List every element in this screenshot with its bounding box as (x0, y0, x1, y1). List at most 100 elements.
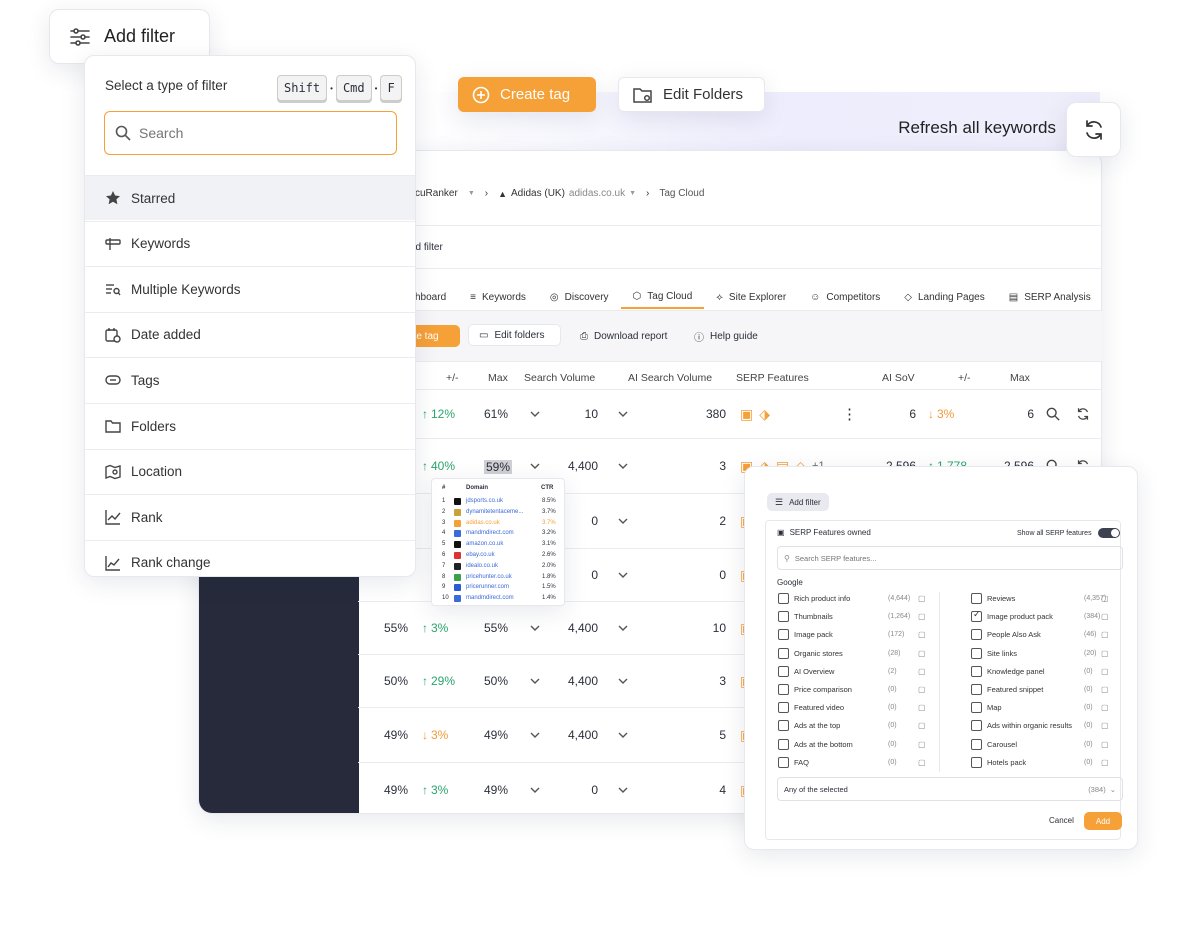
expand-chevron-icon[interactable] (530, 602, 540, 654)
serp-add-filter-button[interactable]: ☰ Add filter (767, 493, 829, 511)
domain-row[interactable]: 7 idealo.co.uk 2.0% (432, 561, 566, 571)
serp-feature-option[interactable]: Price comparison (778, 684, 852, 695)
serp-feature-option[interactable]: Ads at the top (778, 720, 840, 732)
cancel-button[interactable]: Cancel (1049, 816, 1074, 825)
more-options-icon[interactable]: ⋮ (842, 390, 857, 438)
expand-chevron-icon[interactable] (618, 655, 628, 707)
column-header[interactable]: AI SoV (882, 372, 915, 384)
expand-chevron-icon[interactable] (530, 708, 540, 762)
domain-row[interactable]: 4 mandmdirect.com 3.2% (432, 528, 566, 538)
filter-item-starred[interactable]: Starred (85, 175, 415, 220)
domain-row[interactable]: 8 pricehunter.co.uk 1.8% (432, 572, 566, 582)
column-header[interactable]: Max (1010, 372, 1030, 384)
serp-feature-option[interactable]: Site links (971, 647, 1017, 659)
serp-feature-option[interactable]: Knowledge panel (971, 665, 1045, 677)
expand-chevron-icon[interactable] (618, 439, 628, 493)
column-header[interactable]: +/- (446, 372, 459, 384)
serp-feature-option[interactable]: ✓ Image product pack (971, 609, 1053, 623)
domain-row[interactable]: 10 mandmdirect.com 1.4% (432, 593, 566, 603)
checkbox[interactable] (971, 720, 982, 732)
download-report-button[interactable]: ⎙ Download report (570, 325, 677, 347)
filter-item-rank-change[interactable]: Rank change (85, 539, 415, 576)
serp-feature-option[interactable]: AI Overview (778, 665, 834, 677)
edit-folders-button-small[interactable]: ▭ Edit folders (468, 324, 561, 346)
expand-chevron-icon[interactable] (618, 602, 628, 654)
column-header[interactable]: +/- (958, 372, 971, 384)
filter-item-location[interactable]: Location (85, 448, 415, 494)
edit-folders-button[interactable]: Edit Folders (618, 77, 765, 112)
search-input[interactable] (139, 125, 379, 141)
filter-item-rank[interactable]: Rank (85, 494, 415, 539)
checkbox[interactable] (778, 665, 789, 677)
checkbox[interactable] (778, 720, 789, 732)
checkbox[interactable] (778, 647, 789, 659)
expand-chevron-icon[interactable] (618, 549, 628, 601)
serp-feature-option[interactable]: Ads within organic results (971, 720, 1072, 732)
domain-row[interactable]: 5 amazon.co.uk 3.1% (432, 539, 566, 549)
breadcrumb-root[interactable]: ccuRanker (410, 188, 458, 199)
tab-tag-cloud[interactable]: ⬡ Tag Cloud (620, 285, 705, 309)
serp-feature-option[interactable]: People Also Ask (971, 629, 1041, 641)
expand-chevron-icon[interactable] (618, 763, 628, 817)
refresh-all-button[interactable] (1066, 102, 1121, 157)
filter-item-keywords[interactable]: Keywords (85, 220, 415, 266)
tab-landing-pages[interactable]: ◇ Landing Pages (892, 285, 996, 309)
serp-feature-icon[interactable]: ▣ (740, 406, 753, 423)
serp-feature-icon[interactable]: ⬗ (759, 406, 770, 423)
tab-site-explorer[interactable]: ⟡ Site Explorer (704, 285, 798, 309)
breadcrumb-domain[interactable]: ▲ Adidas (UK) adidas.co.uk ▼ (498, 188, 636, 199)
create-tag-button[interactable]: Create tag (458, 77, 596, 112)
checkbox[interactable] (778, 684, 789, 695)
serp-feature-option[interactable]: Ads at the bottom (778, 738, 853, 750)
domain-row[interactable]: 9 pricerunner.com 1.5% (432, 582, 566, 592)
checkbox[interactable] (778, 629, 789, 641)
expand-chevron-icon[interactable] (530, 390, 540, 438)
domain-row[interactable]: 3 adidas.co.uk 3.7% (432, 518, 566, 528)
search-icon[interactable] (1046, 390, 1060, 438)
help-guide-button[interactable]: ⓘ Help guide (684, 325, 768, 347)
checkbox[interactable] (778, 611, 789, 623)
serp-feature-option[interactable]: Featured video (778, 702, 844, 714)
filter-item-folders[interactable]: Folders (85, 403, 415, 448)
domain-row[interactable]: 2 dynamitetentaceme... 3.7% (432, 507, 566, 517)
domain-row[interactable]: 6 ebay.co.uk 2.6% (432, 550, 566, 560)
serp-feature-option[interactable]: Carousel (971, 738, 1017, 750)
expand-chevron-icon[interactable] (618, 390, 628, 438)
serp-feature-option[interactable]: Featured snippet (971, 684, 1043, 695)
checkbox[interactable] (971, 756, 982, 768)
filter-item-multiple-keywords[interactable]: Multiple Keywords (85, 266, 415, 311)
table-row[interactable]: ↑ 12% 61% 10 380 ▣ ⬗ ⋮ 6 ↓ 3% 6 (358, 389, 1102, 438)
serp-feature-option[interactable]: FAQ (778, 756, 809, 768)
tab-serp-analysis[interactable]: ▤ SERP Analysis (997, 285, 1103, 309)
serp-feature-option[interactable]: Thumbnails (778, 611, 833, 623)
checkbox[interactable] (971, 593, 982, 604)
chevron-down-icon[interactable]: ▼ (468, 190, 475, 197)
column-header[interactable]: Max (488, 372, 508, 384)
checkbox[interactable] (971, 684, 982, 695)
serp-feature-option[interactable]: Rich product info (778, 593, 850, 604)
domain-row[interactable]: 1 jdsports.co.uk 8.5% (432, 496, 566, 506)
refresh-icon[interactable] (1076, 390, 1090, 438)
serp-feature-option[interactable]: Reviews (971, 593, 1015, 604)
checkbox[interactable] (971, 665, 982, 677)
match-mode-select[interactable]: Any of the selected (384) ⌄ (777, 777, 1123, 801)
checkbox[interactable] (778, 593, 789, 604)
column-header[interactable]: Search Volume (524, 372, 595, 384)
checkbox[interactable] (971, 702, 982, 714)
expand-chevron-icon[interactable] (618, 494, 628, 548)
tab-discovery[interactable]: ◎ Discovery (538, 285, 621, 309)
serp-feature-option[interactable]: Image pack (778, 629, 833, 641)
checkbox[interactable] (778, 756, 789, 768)
expand-chevron-icon[interactable] (530, 763, 540, 817)
serp-feature-option[interactable]: Map (971, 702, 1002, 714)
tab-keywords[interactable]: ≡ Keywords (458, 285, 538, 309)
checkbox-checked[interactable]: ✓ (971, 609, 982, 623)
serp-feature-option[interactable]: Organic stores (778, 647, 843, 659)
checkbox[interactable] (971, 738, 982, 750)
expand-chevron-icon[interactable] (530, 655, 540, 707)
tab-competitors[interactable]: ☺ Competitors (798, 285, 892, 309)
column-header[interactable]: SERP Features (736, 372, 809, 384)
checkbox[interactable] (778, 702, 789, 714)
checkbox[interactable] (971, 629, 982, 641)
add-button[interactable]: Add (1084, 812, 1122, 830)
